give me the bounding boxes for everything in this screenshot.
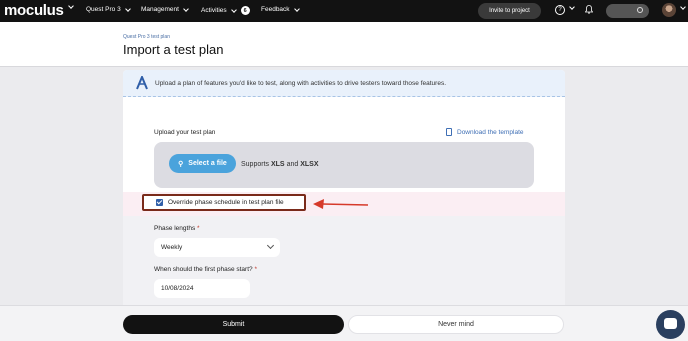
format-xls: XLS <box>270 161 285 168</box>
select-file-button[interactable]: ⚲ Select a file <box>169 154 236 173</box>
chat-widget-button[interactable] <box>656 310 685 339</box>
schedule-section: Phase lengths * Weekly When should the f… <box>123 216 565 306</box>
nav-item-project[interactable]: Quest Pro 3 <box>86 5 131 13</box>
logo[interactable]: moculus <box>4 2 64 19</box>
required-mark: * <box>197 225 200 232</box>
supported-formats: Supports XLS and XLSX <box>241 161 319 168</box>
chevron-down-icon[interactable] <box>68 3 74 9</box>
phase-lengths-label: Phase lengths * <box>154 225 200 232</box>
phase-lengths-value: Weekly <box>161 244 183 251</box>
chat-icon <box>664 318 677 329</box>
upload-label: Upload your test plan <box>154 129 216 136</box>
file-dropzone[interactable]: ⚲ Select a file Supports XLS and XLSX <box>154 142 534 188</box>
submit-button[interactable]: Submit <box>123 315 344 334</box>
nav-item-label: Feedback <box>261 6 290 13</box>
footer-actions: Submit Never mind <box>0 305 688 341</box>
info-banner: Upload a plan of features you'd like to … <box>123 70 565 97</box>
nav-item-management[interactable]: Management <box>141 5 189 13</box>
override-phase-checkbox-field[interactable]: Override phase schedule in test plan fil… <box>142 194 306 211</box>
chevron-down-icon[interactable] <box>680 4 686 10</box>
nav-item-activities[interactable]: Activities 6 <box>201 6 250 15</box>
breadcrumb[interactable]: Quest Pro 3 test plan <box>123 34 170 40</box>
red-arrow-annotation <box>313 199 369 209</box>
bell-icon[interactable] <box>585 5 593 14</box>
search-icon <box>637 7 643 13</box>
chevron-down-icon[interactable] <box>569 4 575 10</box>
first-phase-start-label: When should the first phase start? * <box>154 266 257 273</box>
select-file-label: Select a file <box>188 160 227 167</box>
page-header: Quest Pro 3 test plan Import a test plan <box>0 22 688 67</box>
supports-and: and <box>286 161 299 168</box>
first-phase-start-date-input[interactable]: 10/08/2024 <box>154 279 250 298</box>
supports-prefix: Supports <box>241 161 270 168</box>
never-mind-button[interactable]: Never mind <box>348 315 564 334</box>
format-xlsx: XLSX <box>300 161 319 168</box>
first-phase-start-text: When should the first phase start? <box>154 266 253 273</box>
required-mark: * <box>254 266 257 273</box>
chevron-down-icon <box>293 5 300 12</box>
checkbox-checked-icon[interactable] <box>156 199 163 206</box>
nav-item-label: Management <box>141 6 179 13</box>
nav-item-label: Activities <box>201 7 227 14</box>
banner-text: Upload a plan of features you'd like to … <box>155 80 447 87</box>
chevron-down-icon <box>183 5 189 12</box>
override-label: Override phase schedule in test plan fil… <box>168 199 284 206</box>
chevron-down-icon <box>266 241 275 250</box>
avatar[interactable] <box>662 3 676 17</box>
logo-a-icon <box>136 76 148 90</box>
help-icon[interactable]: ? <box>555 5 565 15</box>
notification-badge: 6 <box>240 6 250 15</box>
import-form-card: Upload a plan of features you'd like to … <box>123 70 565 306</box>
download-template-label: Download the template <box>457 128 524 136</box>
top-navigation-bar: moculus Quest Pro 3 Management Activitie… <box>0 0 688 22</box>
invite-to-project-button[interactable]: Invite to project <box>478 3 541 19</box>
paperclip-icon: ⚲ <box>178 160 184 168</box>
nav-item-feedback[interactable]: Feedback <box>261 5 300 13</box>
chevron-down-icon <box>230 6 237 13</box>
download-template-link[interactable]: Download the template <box>446 128 524 136</box>
nav-item-label: Quest Pro 3 <box>86 6 121 13</box>
phase-lengths-select[interactable]: Weekly <box>154 238 280 257</box>
chevron-down-icon <box>124 5 131 12</box>
page-title: Import a test plan <box>123 42 224 57</box>
document-icon <box>446 128 452 136</box>
phase-lengths-text: Phase lengths <box>154 225 196 232</box>
